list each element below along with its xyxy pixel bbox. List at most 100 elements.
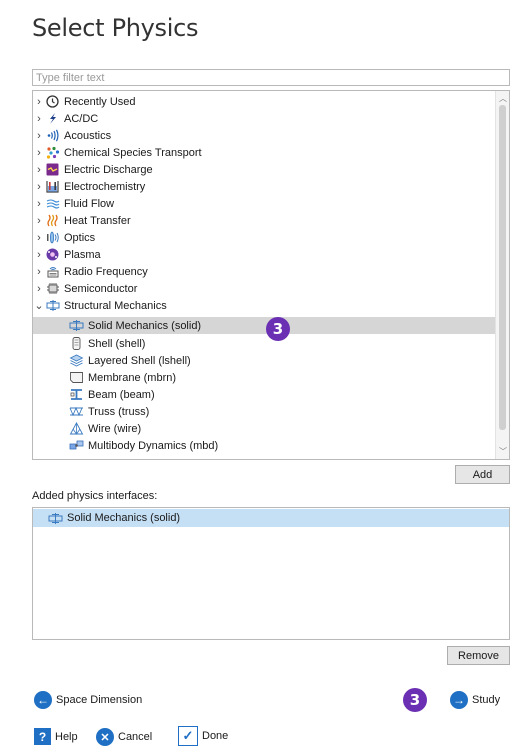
- chevron-right-icon[interactable]: ›: [33, 164, 45, 176]
- antenna-icon: [45, 265, 60, 278]
- tree-item-electrochemistry[interactable]: › Electrochemistry: [33, 178, 495, 195]
- tree-item-multibody-dynamics[interactable]: Multibody Dynamics (mbd): [33, 437, 495, 454]
- wire-icon: [69, 422, 84, 435]
- chevron-right-icon[interactable]: ›: [33, 198, 45, 210]
- tree-item-label: Membrane (mbrn): [88, 371, 177, 384]
- tree-item-semiconductor[interactable]: › Semiconductor: [33, 280, 495, 297]
- membrane-icon: [69, 371, 84, 384]
- remove-button[interactable]: Remove: [447, 646, 510, 665]
- truss-icon: [69, 405, 84, 418]
- tree-item-label: Layered Shell (lshell): [88, 354, 191, 367]
- added-physics-list[interactable]: Solid Mechanics (solid): [32, 507, 510, 640]
- discharge-icon: [45, 163, 60, 176]
- study-button[interactable]: → Study: [450, 691, 500, 709]
- tree-item-recently-used[interactable]: › Recently Used: [33, 93, 495, 110]
- tree-item-label: Plasma: [64, 248, 101, 261]
- chevron-right-icon[interactable]: ›: [33, 181, 45, 193]
- tree-item-membrane[interactable]: Membrane (mbrn): [33, 369, 495, 386]
- space-dimension-button[interactable]: ← Space Dimension: [34, 691, 142, 709]
- optics-icon: [45, 231, 60, 244]
- tree-item-label: Radio Frequency: [64, 265, 148, 278]
- tree-item-label: Fluid Flow: [64, 197, 115, 210]
- heat-icon: [45, 214, 60, 227]
- chevron-down-icon[interactable]: ⌄: [33, 299, 45, 312]
- plasma-icon: [45, 248, 60, 261]
- tree-item-label: Multibody Dynamics (mbd): [88, 439, 219, 452]
- tree-item-label: Optics: [64, 231, 96, 244]
- study-label: Study: [472, 694, 501, 706]
- tree-item-acdc[interactable]: › AC/DC: [33, 110, 495, 127]
- added-item-label: Solid Mechanics (solid): [67, 512, 181, 524]
- added-physics-item[interactable]: Solid Mechanics (solid): [33, 509, 509, 527]
- chevron-right-icon[interactable]: ›: [33, 266, 45, 278]
- done-button[interactable]: ✓ Done: [178, 726, 228, 746]
- tree-item-label: Recently Used: [64, 95, 136, 108]
- chevron-right-icon[interactable]: ›: [33, 147, 45, 159]
- tree-item-label: Shell (shell): [88, 337, 146, 350]
- chevron-right-icon[interactable]: ›: [33, 130, 45, 142]
- tree-scrollbar[interactable]: ︿ ﹀: [495, 91, 509, 459]
- done-label: Done: [202, 730, 229, 742]
- help-button[interactable]: ? Help: [34, 728, 78, 745]
- tree-item-label: Beam (beam): [88, 388, 155, 401]
- cancel-label: Cancel: [118, 731, 153, 743]
- clock-icon: [45, 95, 60, 108]
- solid-icon: [69, 319, 84, 332]
- tree-item-label: Truss (truss): [88, 405, 150, 418]
- tree-item-label: Electric Discharge: [64, 163, 153, 176]
- tree-item-truss[interactable]: Truss (truss): [33, 403, 495, 420]
- tree-item-shell[interactable]: Shell (shell): [33, 335, 495, 352]
- tree-item-label: Structural Mechanics: [64, 299, 167, 312]
- tree-item-label: Wire (wire): [88, 422, 142, 435]
- tree-item-chemical-species-transport[interactable]: › Chemical Species Transport: [33, 144, 495, 161]
- tree-item-fluid-flow[interactable]: › Fluid Flow: [33, 195, 495, 212]
- dots-icon: [45, 146, 60, 159]
- chevron-right-icon[interactable]: ›: [33, 215, 45, 227]
- tree-item-label: Semiconductor: [64, 282, 138, 295]
- layered-shell-icon: [69, 354, 84, 367]
- multibody-icon: [69, 439, 84, 452]
- tree-item-layered-shell[interactable]: Layered Shell (lshell): [33, 352, 495, 369]
- scroll-up-icon[interactable]: ︿: [496, 93, 509, 104]
- chevron-right-icon[interactable]: ›: [33, 283, 45, 295]
- chevron-right-icon[interactable]: ›: [33, 249, 45, 261]
- space-dimension-label: Space Dimension: [56, 694, 143, 706]
- tree-item-structural-mechanics[interactable]: ⌄ Structural Mechanics: [33, 297, 495, 314]
- chip-icon: [45, 282, 60, 295]
- cancel-button[interactable]: ✕ Cancel: [96, 728, 152, 746]
- scrollbar-thumb[interactable]: [499, 105, 506, 430]
- help-icon: ?: [34, 728, 51, 745]
- tree-item-optics[interactable]: › Optics: [33, 229, 495, 246]
- chevron-right-icon[interactable]: ›: [33, 96, 45, 108]
- done-icon: ✓: [178, 726, 198, 746]
- tree-item-label: Heat Transfer: [64, 214, 131, 227]
- chevron-right-icon[interactable]: ›: [33, 113, 45, 125]
- add-button[interactable]: Add: [455, 465, 510, 484]
- step-badge: 3: [266, 317, 290, 341]
- tree-item-label: Chemical Species Transport: [64, 146, 202, 159]
- lightning-icon: [45, 112, 60, 125]
- tree-item-heat-transfer[interactable]: › Heat Transfer: [33, 212, 495, 229]
- sound-waves-icon: [45, 129, 60, 142]
- tree-item-wire[interactable]: Wire (wire): [33, 420, 495, 437]
- tree-item-label: Acoustics: [64, 129, 112, 142]
- tree-item-label: Solid Mechanics (solid): [88, 319, 202, 332]
- filter-input[interactable]: [32, 69, 510, 86]
- tree-item-solid-mechanics[interactable]: Solid Mechanics (solid): [33, 317, 495, 334]
- scroll-down-icon[interactable]: ﹀: [496, 446, 509, 457]
- added-section-label: Added physics interfaces:: [32, 490, 158, 502]
- tree-item-radio-frequency[interactable]: › Radio Frequency: [33, 263, 495, 280]
- page-title: Select Physics: [32, 14, 199, 42]
- chevron-right-icon[interactable]: ›: [33, 232, 45, 244]
- tree-item-acoustics[interactable]: › Acoustics: [33, 127, 495, 144]
- physics-tree[interactable]: › Recently Used › AC/DC › Acoustics › Ch…: [32, 90, 510, 460]
- tree-item-beam[interactable]: Beam (beam): [33, 386, 495, 403]
- cancel-icon: ✕: [96, 728, 114, 746]
- tree-item-plasma[interactable]: › Plasma: [33, 246, 495, 263]
- arrow-right-icon: →: [450, 691, 468, 709]
- step-badge: 3: [403, 688, 427, 712]
- tree-item-electric-discharge[interactable]: › Electric Discharge: [33, 161, 495, 178]
- structure-icon: [45, 299, 60, 312]
- beam-icon: [69, 388, 84, 401]
- beaker-icon: [45, 180, 60, 193]
